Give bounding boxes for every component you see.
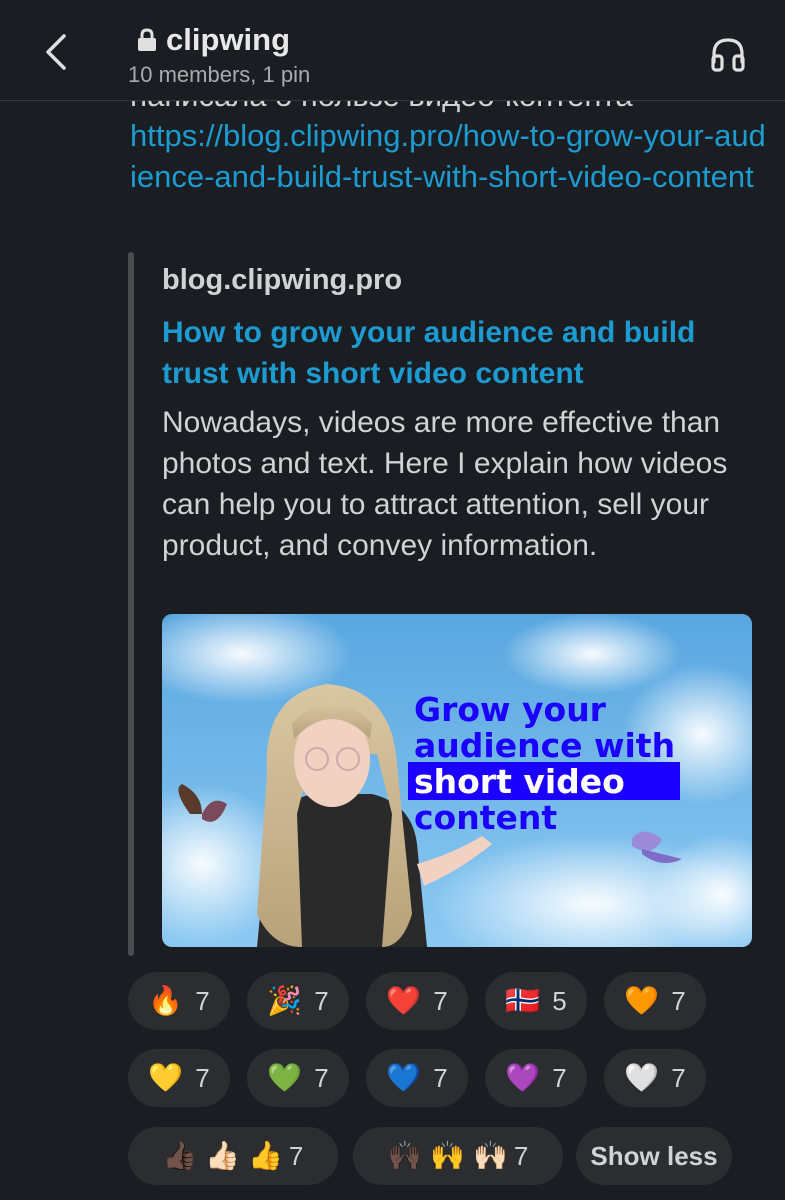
back-button[interactable] [38,30,78,74]
reaction-count: 7 [314,1062,329,1093]
reaction-white-heart[interactable]: 🤍 7 [604,1049,706,1107]
reaction-count: 7 [195,985,210,1016]
purple-heart-emoji: 💜 [505,1062,541,1093]
show-less-button[interactable]: Show less [576,1127,732,1185]
reaction-green-heart[interactable]: 💚 7 [247,1049,349,1107]
unfurl-accent-bar [128,252,134,956]
reaction-thumbs-up-group[interactable]: 👍🏿 👍🏻 👍 7 [128,1127,338,1185]
reaction-raised-hands-group[interactable]: 🙌🏿 🙌 🙌🏻 7 [353,1127,563,1185]
preview-text-line3: short video [414,762,625,801]
white-heart-emoji: 🤍 [624,1062,660,1093]
channel-header: clipwing 10 members, 1 pin [0,0,785,101]
unfurl-preview-image[interactable]: Grow your audience with short video cont… [162,614,752,947]
orange-heart-emoji: 🧡 [624,985,660,1016]
channel-members-info[interactable]: 10 members, 1 pin [128,62,310,88]
blue-heart-emoji: 💙 [386,1062,422,1093]
unfurl-title-link[interactable]: How to grow your audience and build trus… [162,312,762,394]
reaction-purple-heart[interactable]: 💜 7 [485,1049,587,1107]
reaction-count: 7 [671,1062,686,1093]
chevron-left-icon [46,34,66,70]
huddle-button[interactable] [708,34,748,74]
channel-name: clipwing [166,22,290,57]
yellow-heart-emoji: 💛 [148,1062,184,1093]
reaction-tada[interactable]: 🎉 7 [247,972,349,1030]
headphones-icon [711,38,745,72]
reaction-count: 7 [433,1062,448,1093]
preview-text-line4: content [414,798,557,837]
norway-flag-emoji: 🇳🇴 [505,985,541,1016]
message-view: написала о пользе видео-контента https:/… [0,0,785,1200]
unfurl-site-name: blog.clipwing.pro [162,264,403,296]
reaction-count: 7 [671,985,686,1016]
tada-emoji: 🎉 [267,985,303,1016]
reaction-count: 7 [195,1062,210,1093]
unfurl-description: Nowadays, videos are more effective than… [162,406,728,562]
reaction-orange-heart[interactable]: 🧡 7 [604,972,706,1030]
reaction-norway-flag[interactable]: 🇳🇴 5 [485,972,587,1030]
red-heart-emoji: ❤️ [386,985,422,1016]
reaction-count: 7 [433,985,448,1016]
reaction-red-heart[interactable]: ❤️ 7 [366,972,468,1030]
preview-text-line2: audience with [414,726,675,765]
green-heart-emoji: 💚 [267,1062,303,1093]
preview-text-line1: Grow your [414,690,607,729]
reaction-count: 7 [513,1140,529,1171]
reaction-count: 7 [314,985,329,1016]
fire-emoji: 🔥 [148,985,184,1016]
message-link[interactable]: https://blog.clipwing.pro/how-to-grow-yo… [130,115,770,197]
reaction-count: 5 [552,985,567,1016]
raised-hands-emoji: 🙌🏿 🙌 🙌🏻 [387,1140,508,1171]
channel-title-row[interactable]: clipwing [136,20,290,60]
thumbs-up-emoji: 👍🏿 👍🏻 👍 [162,1140,283,1171]
reaction-fire[interactable]: 🔥 7 [128,972,230,1030]
lock-icon [138,28,156,51]
reaction-count: 7 [552,1062,567,1093]
reaction-count: 7 [288,1140,304,1171]
reaction-yellow-heart[interactable]: 💛 7 [128,1049,230,1107]
reaction-blue-heart[interactable]: 💙 7 [366,1049,468,1107]
